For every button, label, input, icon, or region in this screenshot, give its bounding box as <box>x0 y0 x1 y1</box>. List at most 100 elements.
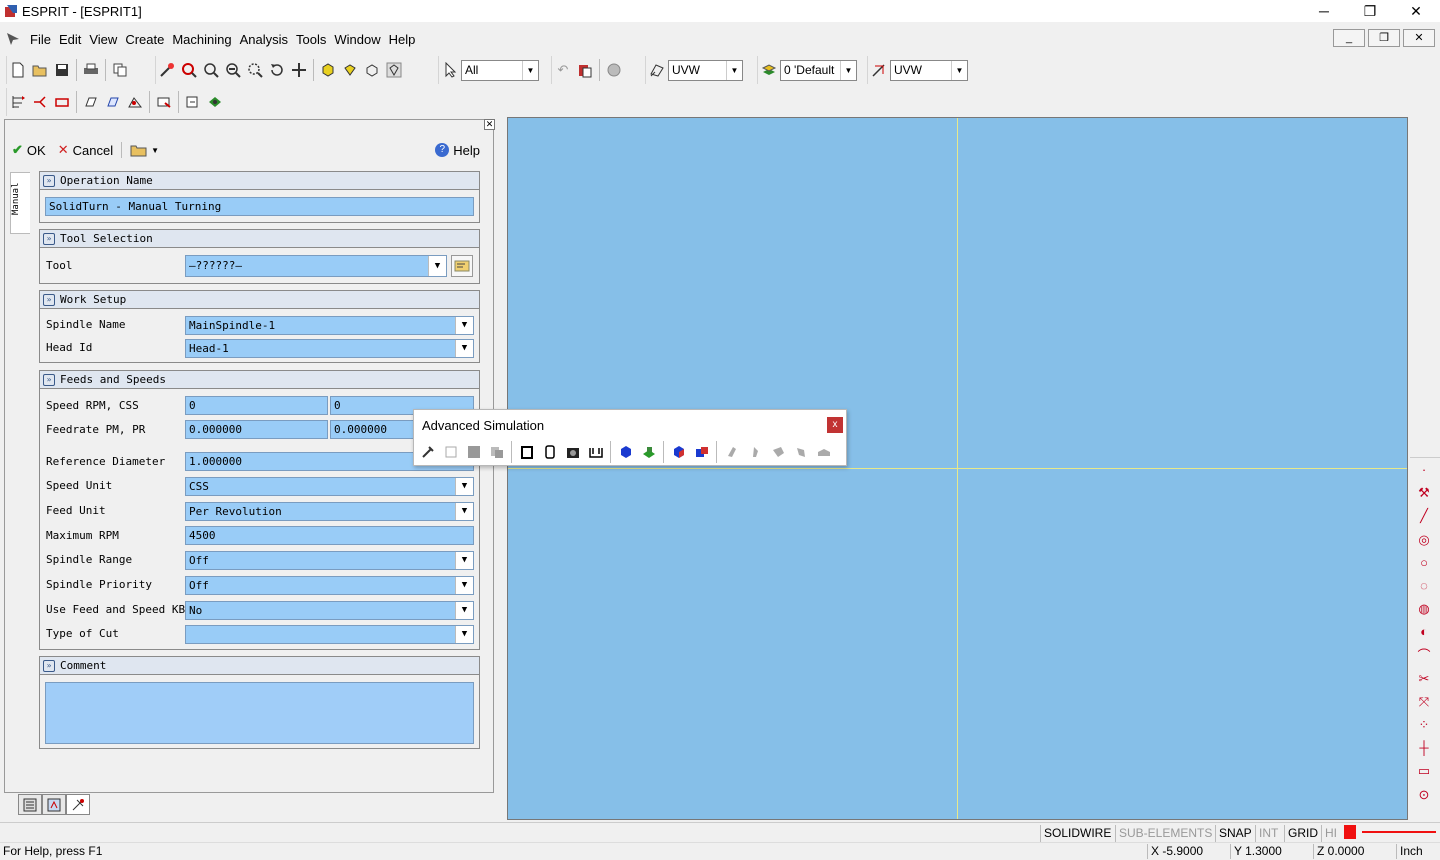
sim-view-4-icon[interactable] <box>789 441 812 463</box>
sim-fixture-icon[interactable] <box>561 441 584 463</box>
zoom-window-icon[interactable] <box>178 59 200 81</box>
graphics-viewport[interactable] <box>507 117 1408 820</box>
collapse-icon[interactable]: » <box>43 232 55 245</box>
mdi-minimize-button[interactable]: _ <box>1333 29 1365 47</box>
menu-window[interactable]: Window <box>330 32 384 47</box>
operation-name-header[interactable]: » Operation Name <box>40 172 479 190</box>
undo-icon[interactable]: ↶ <box>552 59 574 81</box>
paste-icon[interactable] <box>574 59 596 81</box>
feature-edit-icon[interactable] <box>102 91 124 113</box>
polygon-icon[interactable]: ⊙ <box>1410 783 1438 806</box>
layers-icon[interactable] <box>758 59 780 81</box>
open-folder-dropdown[interactable]: ▼ <box>130 143 159 157</box>
work-plane-icon[interactable] <box>646 59 668 81</box>
view-plane-select[interactable]: UVW ▼ <box>890 59 968 81</box>
circle-three-points-icon[interactable]: ◌ <box>1410 574 1438 597</box>
branch-icon[interactable] <box>29 91 51 113</box>
move-view-icon[interactable] <box>288 59 310 81</box>
point-options-icon[interactable]: ⚒ <box>1410 481 1438 504</box>
advanced-simulation-close-button[interactable]: x <box>827 417 843 433</box>
line-style-swatch[interactable] <box>1362 831 1436 833</box>
tool-icon[interactable] <box>153 91 175 113</box>
feedrate-pm-field[interactable]: 0.000000 <box>185 420 328 439</box>
mdi-close-button[interactable]: ✕ <box>1403 29 1435 47</box>
sim-view-1-icon[interactable] <box>720 441 743 463</box>
point-icon[interactable]: · <box>1410 458 1438 481</box>
hidden-lines-icon[interactable] <box>383 59 405 81</box>
circle-tangent-icon[interactable]: ◍ <box>1410 597 1438 620</box>
mdi-restore-button[interactable]: ❐ <box>1368 29 1400 47</box>
spindle-range-select[interactable]: Off ▼ <box>185 551 474 570</box>
manual-vertical-tab[interactable]: Manual <box>10 172 30 234</box>
operation-name-field[interactable]: SolidTurn - Manual Turning <box>45 197 474 216</box>
menu-edit[interactable]: Edit <box>55 32 85 47</box>
cancel-button[interactable]: ✕ Cancel <box>58 142 113 158</box>
solid-shaded-icon[interactable] <box>317 59 339 81</box>
sim-copy-icon[interactable] <box>485 441 508 463</box>
select-arrow-icon[interactable] <box>439 59 461 81</box>
sim-collision-icon[interactable] <box>690 441 713 463</box>
copy-icon[interactable] <box>109 59 131 81</box>
line-icon[interactable]: ╱ <box>1410 504 1438 527</box>
collapse-icon[interactable]: » <box>43 373 55 386</box>
feature-icon[interactable] <box>80 91 102 113</box>
collapse-icon[interactable]: » <box>43 174 55 187</box>
tab-project-manager[interactable] <box>18 794 42 815</box>
simulation-icon[interactable] <box>182 91 204 113</box>
advanced-simulation-title[interactable]: Advanced Simulation <box>414 410 846 440</box>
circle-icon[interactable]: ○ <box>1410 551 1438 574</box>
minimize-button[interactable]: ─ <box>1301 0 1347 22</box>
sim-machine-icon[interactable] <box>515 441 538 463</box>
stock-icon[interactable] <box>51 91 73 113</box>
tab-operation-settings[interactable] <box>66 794 90 815</box>
pan-view-icon[interactable] <box>156 59 178 81</box>
rectangle-icon[interactable]: ▭ <box>1410 759 1438 782</box>
new-file-icon[interactable] <box>7 59 29 81</box>
tool-select[interactable]: —??????— ▼ <box>185 255 447 277</box>
trim-icon[interactable]: ✂ <box>1410 667 1438 690</box>
save-icon[interactable] <box>51 59 73 81</box>
pattern-icon[interactable]: ⁘ <box>1410 713 1438 736</box>
sim-view-2-icon[interactable] <box>743 441 766 463</box>
open-folder-icon[interactable] <box>29 59 51 81</box>
spindle-name-select[interactable]: MainSpindle-1 ▼ <box>185 316 474 335</box>
zoom-in-icon[interactable] <box>200 59 222 81</box>
nc-code-icon[interactable] <box>204 91 226 113</box>
solidwire-mode[interactable]: SOLIDWIRE <box>1040 825 1114 842</box>
help-button[interactable]: ? Help <box>435 143 480 158</box>
print-icon[interactable] <box>80 59 102 81</box>
rotate-view-icon[interactable] <box>266 59 288 81</box>
snap-mode[interactable]: SNAP <box>1215 825 1255 842</box>
menu-machining[interactable]: Machining <box>168 32 235 47</box>
type-of-cut-select[interactable]: ▼ <box>185 625 474 644</box>
tab-operation-manager[interactable] <box>42 794 66 815</box>
stop-icon[interactable] <box>603 59 625 81</box>
collapse-icon[interactable]: » <box>43 293 55 306</box>
menu-tools[interactable]: Tools <box>292 32 330 47</box>
tool-browse-button[interactable] <box>451 255 473 277</box>
operation-list-icon[interactable] <box>7 91 29 113</box>
grid-mode[interactable]: GRID <box>1284 825 1321 842</box>
document-icon[interactable] <box>0 31 26 47</box>
feed-unit-select[interactable]: Per Revolution ▼ <box>185 502 474 521</box>
sub-elements-mode[interactable]: SUB-ELEMENTS <box>1115 825 1215 842</box>
sim-compare-icon[interactable] <box>667 441 690 463</box>
sim-settings-icon[interactable] <box>416 441 439 463</box>
feeds-and-speeds-header[interactable]: » Feeds and Speeds <box>40 371 479 389</box>
collapse-icon[interactable]: » <box>43 659 55 672</box>
menu-analysis[interactable]: Analysis <box>236 32 292 47</box>
hi-mode[interactable]: HI <box>1321 825 1340 842</box>
spindle-priority-select[interactable]: Off ▼ <box>185 576 474 595</box>
maximum-rpm-field[interactable]: 4500 <box>185 526 474 545</box>
menu-create[interactable]: Create <box>121 32 168 47</box>
sim-solid-icon[interactable] <box>614 441 637 463</box>
menu-view[interactable]: View <box>85 32 121 47</box>
work-setup-header[interactable]: » Work Setup <box>40 291 479 309</box>
sim-part-icon[interactable] <box>637 441 660 463</box>
comment-header[interactable]: » Comment <box>40 657 479 675</box>
zoom-out-icon[interactable] <box>222 59 244 81</box>
zoom-fit-icon[interactable] <box>244 59 266 81</box>
use-feed-speed-kb-select[interactable]: No ▼ <box>185 601 474 620</box>
circle-radius-icon[interactable]: ◐ <box>1410 620 1438 643</box>
offset-icon[interactable]: ┼ <box>1410 736 1438 759</box>
